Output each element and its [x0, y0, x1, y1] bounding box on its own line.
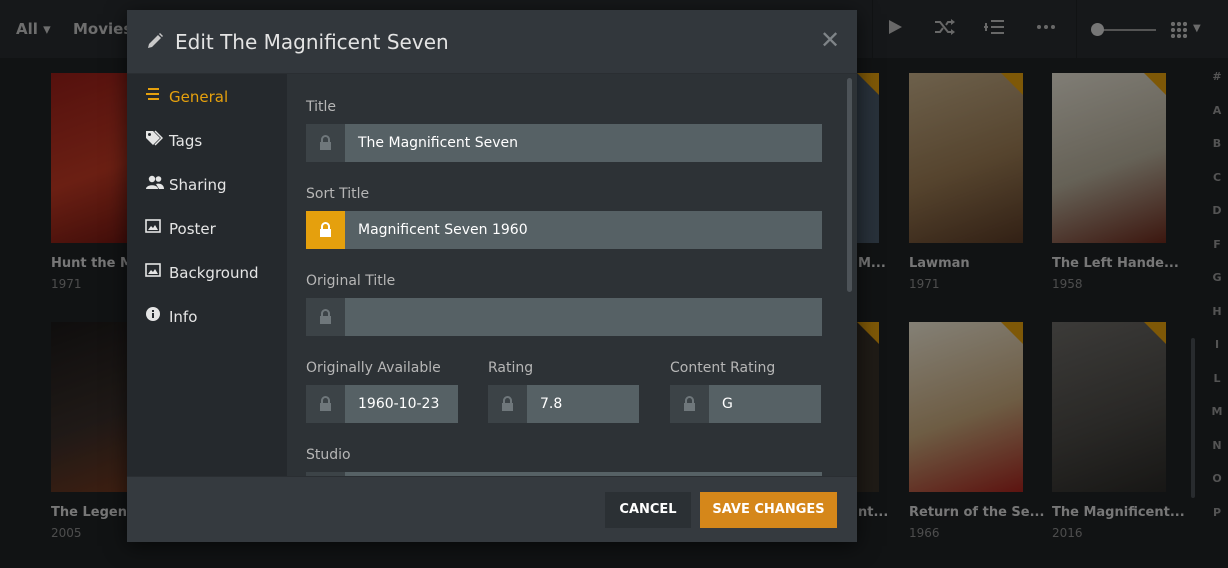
- sidebar-item-label: Poster: [169, 220, 216, 238]
- sidebar-item-poster[interactable]: Poster: [127, 208, 287, 248]
- rating-value[interactable]: 7.8: [540, 396, 562, 412]
- lock-toggle[interactable]: [306, 211, 345, 249]
- pencil-icon: [146, 32, 164, 50]
- sidebar-item-background[interactable]: Background: [127, 252, 287, 292]
- sort-title-label: Sort Title: [306, 186, 370, 202]
- content-rating-label: Content Rating: [670, 360, 776, 376]
- sidebar-item-label: General: [169, 88, 229, 106]
- lock-icon: [320, 309, 331, 324]
- sidebar-item-tags[interactable]: Tags: [127, 120, 287, 160]
- info-icon: [145, 306, 161, 322]
- edit-dialog: Edit The Magnificent Seven ✕ General Tag…: [127, 10, 857, 542]
- users-icon: [145, 174, 164, 190]
- content-rating-value[interactable]: G: [722, 396, 733, 412]
- title-value[interactable]: The Magnificent Seven: [358, 135, 518, 151]
- rating-label: Rating: [488, 360, 534, 376]
- list-icon: [145, 86, 161, 102]
- sidebar-item-label: Info: [169, 308, 198, 326]
- sidebar-item-sharing[interactable]: Sharing: [127, 164, 287, 204]
- sidebar-item-label: Background: [169, 264, 259, 282]
- lock-icon: [502, 396, 513, 411]
- sort-title-field[interactable]: Magnificent Seven 1960: [306, 211, 822, 249]
- general-form: Title The Magnificent Seven Sort Title M…: [287, 74, 857, 476]
- lock-toggle[interactable]: [306, 124, 345, 162]
- originally-available-field[interactable]: 1960-10-23: [306, 385, 458, 423]
- cancel-button[interactable]: CANCEL: [605, 492, 691, 528]
- lock-toggle[interactable]: [306, 298, 345, 336]
- lock-toggle[interactable]: [306, 385, 345, 423]
- dialog-title: Edit The Magnificent Seven: [175, 30, 449, 54]
- save-changes-button[interactable]: SAVE CHANGES: [700, 492, 837, 528]
- lock-toggle[interactable]: [488, 385, 527, 423]
- dialog-sidebar: General Tags Sharing Poster Background I…: [127, 74, 287, 476]
- sidebar-item-label: Sharing: [169, 176, 227, 194]
- image-icon: [145, 262, 161, 278]
- tag-icon: [145, 130, 164, 146]
- rating-field[interactable]: 7.8: [488, 385, 639, 423]
- original-title-label: Original Title: [306, 273, 396, 289]
- originally-available-label: Originally Available: [306, 360, 441, 376]
- content-rating-field[interactable]: G: [670, 385, 821, 423]
- close-icon[interactable]: ✕: [820, 28, 840, 52]
- dialog-footer: CANCEL SAVE CHANGES: [127, 476, 857, 542]
- sidebar-item-general[interactable]: General: [127, 76, 287, 116]
- title-label: Title: [306, 99, 337, 115]
- lock-icon: [684, 396, 695, 411]
- form-scrollbar[interactable]: [845, 76, 853, 476]
- sort-title-value[interactable]: Magnificent Seven 1960: [358, 222, 528, 238]
- dialog-header: Edit The Magnificent Seven ✕: [127, 10, 857, 74]
- lock-icon: [320, 396, 331, 411]
- lock-icon: [320, 222, 331, 237]
- lock-toggle[interactable]: [670, 385, 709, 423]
- sidebar-item-label: Tags: [169, 132, 203, 150]
- lock-icon: [320, 135, 331, 150]
- image-icon: [145, 218, 161, 234]
- title-field[interactable]: The Magnificent Seven: [306, 124, 822, 162]
- original-title-field[interactable]: [306, 298, 822, 336]
- studio-label: Studio: [306, 447, 351, 463]
- sidebar-item-info[interactable]: Info: [127, 296, 287, 336]
- originally-available-value[interactable]: 1960-10-23: [358, 396, 439, 412]
- scrollbar-thumb[interactable]: [847, 78, 852, 292]
